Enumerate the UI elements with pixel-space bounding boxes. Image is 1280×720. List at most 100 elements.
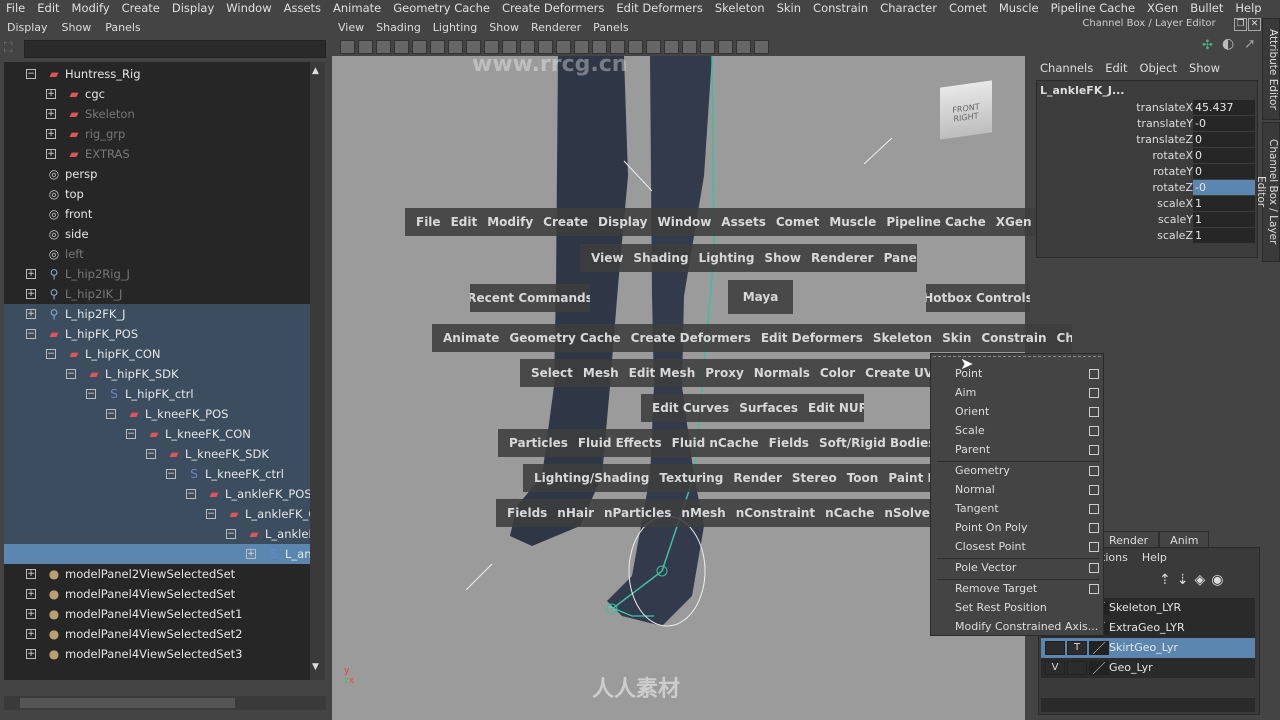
channel-name-scaleX[interactable]: scaleX bbox=[1157, 197, 1193, 210]
channel-box-menu-edit[interactable]: Edit bbox=[1099, 58, 1133, 78]
menu-help[interactable]: Help bbox=[1229, 0, 1267, 17]
outliner-vertical-scrollbar[interactable]: ▲ ▼ bbox=[310, 62, 325, 680]
option-box-icon[interactable] bbox=[1089, 407, 1099, 417]
option-box-icon[interactable] bbox=[1089, 485, 1099, 495]
sphere1-icon[interactable] bbox=[646, 40, 661, 54]
hotbox-xgen[interactable]: XGen bbox=[991, 215, 1037, 229]
outliner-item[interactable]: ◎ left bbox=[4, 244, 310, 264]
collapse-icon[interactable]: − bbox=[106, 409, 116, 419]
wire-on-shaded-icon[interactable] bbox=[700, 40, 715, 54]
constrain-menu-modify-constrained-axis[interactable]: Modify Constrained Axis... bbox=[955, 620, 1098, 633]
constrain-menu-closest-point[interactable]: Closest Point bbox=[955, 540, 1026, 553]
arrow-icon[interactable]: ➚ bbox=[1244, 36, 1256, 52]
hotbox-window[interactable]: Window bbox=[652, 215, 716, 229]
option-box-icon[interactable] bbox=[1089, 466, 1099, 476]
viewport-menu-shading[interactable]: Shading bbox=[370, 18, 427, 38]
menu-edit-deformers[interactable]: Edit Deformers bbox=[610, 0, 708, 17]
scroll-up-icon[interactable]: ▲ bbox=[312, 66, 319, 76]
viewport-menu-renderer[interactable]: Renderer bbox=[525, 18, 587, 38]
hotbox-skin[interactable]: Skin bbox=[937, 331, 976, 345]
hotbox-edit-deformers[interactable]: Edit Deformers bbox=[756, 331, 868, 345]
channel-value-translateX[interactable]: 45.437 bbox=[1193, 100, 1255, 115]
collapse-icon[interactable]: − bbox=[186, 489, 196, 499]
hotbox-nhair[interactable]: nHair bbox=[552, 506, 599, 520]
hotbox-character[interactable]: Character bbox=[1052, 331, 1072, 345]
hotbox-file[interactable]: File bbox=[411, 215, 446, 229]
outliner-menu-show[interactable]: Show bbox=[55, 18, 99, 38]
channel-box-menu-show[interactable]: Show bbox=[1183, 58, 1226, 78]
expand-icon[interactable]: + bbox=[46, 149, 56, 159]
hotbox-comet[interactable]: Comet bbox=[771, 215, 824, 229]
hotbox-lighting[interactable]: Lighting bbox=[694, 251, 760, 265]
layer-row[interactable]: V Geo_Lyr bbox=[1041, 658, 1255, 678]
menu-skin[interactable]: Skin bbox=[771, 0, 807, 17]
camera-icon[interactable] bbox=[340, 40, 355, 54]
expand-icon[interactable]: + bbox=[26, 309, 36, 319]
menu-geometry-cache[interactable]: Geometry Cache bbox=[387, 0, 496, 17]
layer-name[interactable]: SkirtGeo_Lyr bbox=[1109, 641, 1178, 654]
hotbox-create-deformers[interactable]: Create Deformers bbox=[626, 331, 756, 345]
hotbox-nmesh[interactable]: nMesh bbox=[676, 506, 730, 520]
new-layer-selected-icon[interactable]: ◉ bbox=[1211, 572, 1223, 588]
collapse-icon[interactable]: − bbox=[226, 529, 236, 539]
outliner-horizontal-scrollbar[interactable] bbox=[4, 696, 326, 710]
channel-value-rotateX[interactable]: 0 bbox=[1193, 148, 1255, 163]
curve-icon[interactable] bbox=[736, 40, 751, 54]
hotbox-pipeline-cache[interactable]: Pipeline Cache bbox=[881, 215, 990, 229]
close-icon[interactable]: ✕ bbox=[1248, 18, 1261, 31]
menu-skeleton[interactable]: Skeleton bbox=[709, 0, 771, 17]
scroll-down-icon[interactable]: ▼ bbox=[312, 662, 319, 672]
tab-attribute-editor[interactable]: Attribute Editor bbox=[1262, 18, 1280, 120]
viewport-menu-panels[interactable]: Panels bbox=[587, 18, 634, 38]
outliner-item[interactable]: + ⚲ L_hip2IK_J bbox=[4, 284, 310, 304]
outliner-item[interactable]: − ▰ L_kneeFK_SDK bbox=[4, 444, 310, 464]
hotbox-create-uvs[interactable]: Create UVs bbox=[860, 366, 930, 380]
hotbox-edit[interactable]: Edit bbox=[446, 215, 483, 229]
hotbox-view[interactable]: View bbox=[586, 251, 628, 265]
outliner-item[interactable]: ◎ front bbox=[4, 204, 310, 224]
option-box-icon[interactable] bbox=[1089, 523, 1099, 533]
menu-options[interactable]: tions bbox=[1101, 551, 1128, 564]
constrain-menu-point-on-poly[interactable]: Point On Poly bbox=[955, 521, 1027, 534]
outliner-item[interactable]: − ▰ L_kneeFK_POS bbox=[4, 404, 310, 424]
collapse-icon[interactable]: − bbox=[26, 329, 36, 339]
scroll-thumb[interactable] bbox=[20, 698, 235, 708]
cube3-icon[interactable] bbox=[610, 40, 625, 54]
layer-display-type-toggle[interactable]: T bbox=[1067, 641, 1087, 655]
channel-name-scaleZ[interactable]: scaleZ bbox=[1157, 229, 1193, 242]
expand-icon[interactable]: + bbox=[46, 109, 56, 119]
collapse-icon[interactable]: − bbox=[46, 349, 56, 359]
hotbox-select[interactable]: Select bbox=[526, 366, 578, 380]
ao-icon[interactable] bbox=[556, 40, 571, 54]
collapse-icon[interactable]: − bbox=[146, 449, 156, 459]
hotbox-fields[interactable]: Fields bbox=[764, 436, 814, 450]
hotbox-panels[interactable]: Panels bbox=[879, 251, 917, 265]
layer-name[interactable]: Skeleton_LYR bbox=[1109, 601, 1181, 614]
outliner-item[interactable]: − ▰ L_ankleFK_POS bbox=[4, 484, 310, 504]
hotbox-shading[interactable]: Shading bbox=[628, 251, 693, 265]
hotbox-edit-mesh[interactable]: Edit Mesh bbox=[624, 366, 701, 380]
hotbox-hotbox-controls[interactable]: Hotbox Controls bbox=[926, 291, 1030, 305]
channel-name-translateZ[interactable]: translateZ bbox=[1136, 133, 1193, 146]
constrain-menu-geometry[interactable]: Geometry bbox=[955, 464, 1010, 477]
collapse-icon[interactable]: − bbox=[66, 369, 76, 379]
hotbox-create[interactable]: Create bbox=[538, 215, 593, 229]
outliner-item[interactable]: − ▰ L_hipFK_SDK bbox=[4, 364, 310, 384]
menu-comet[interactable]: Comet bbox=[943, 0, 993, 17]
menu-window[interactable]: Window bbox=[220, 0, 277, 17]
outliner-item[interactable]: ◎ persp bbox=[4, 164, 310, 184]
outliner-item[interactable]: − ▰ L_ankleF bbox=[4, 524, 310, 544]
hotbox-constrain[interactable]: Constrain bbox=[976, 331, 1051, 345]
menu-help[interactable]: Help bbox=[1142, 551, 1167, 564]
constrain-menu-remove-target[interactable]: Remove Target bbox=[955, 582, 1037, 595]
channel-name-rotateZ[interactable]: rotateZ bbox=[1152, 181, 1193, 194]
outliner-item[interactable]: − ▰ L_ankleFK_C bbox=[4, 504, 310, 524]
outliner-item[interactable]: − ▰ L_hipFK_CON bbox=[4, 344, 310, 364]
channel-name-scaleY[interactable]: scaleY bbox=[1158, 213, 1193, 226]
move-layer-up-icon[interactable]: ⇡ bbox=[1159, 572, 1171, 588]
collapse-icon[interactable]: − bbox=[26, 69, 36, 79]
option-box-icon[interactable] bbox=[1089, 504, 1099, 514]
expand-icon[interactable]: + bbox=[26, 569, 36, 579]
hotbox-mesh[interactable]: Mesh bbox=[578, 366, 624, 380]
expand-icon[interactable]: + bbox=[26, 609, 36, 619]
